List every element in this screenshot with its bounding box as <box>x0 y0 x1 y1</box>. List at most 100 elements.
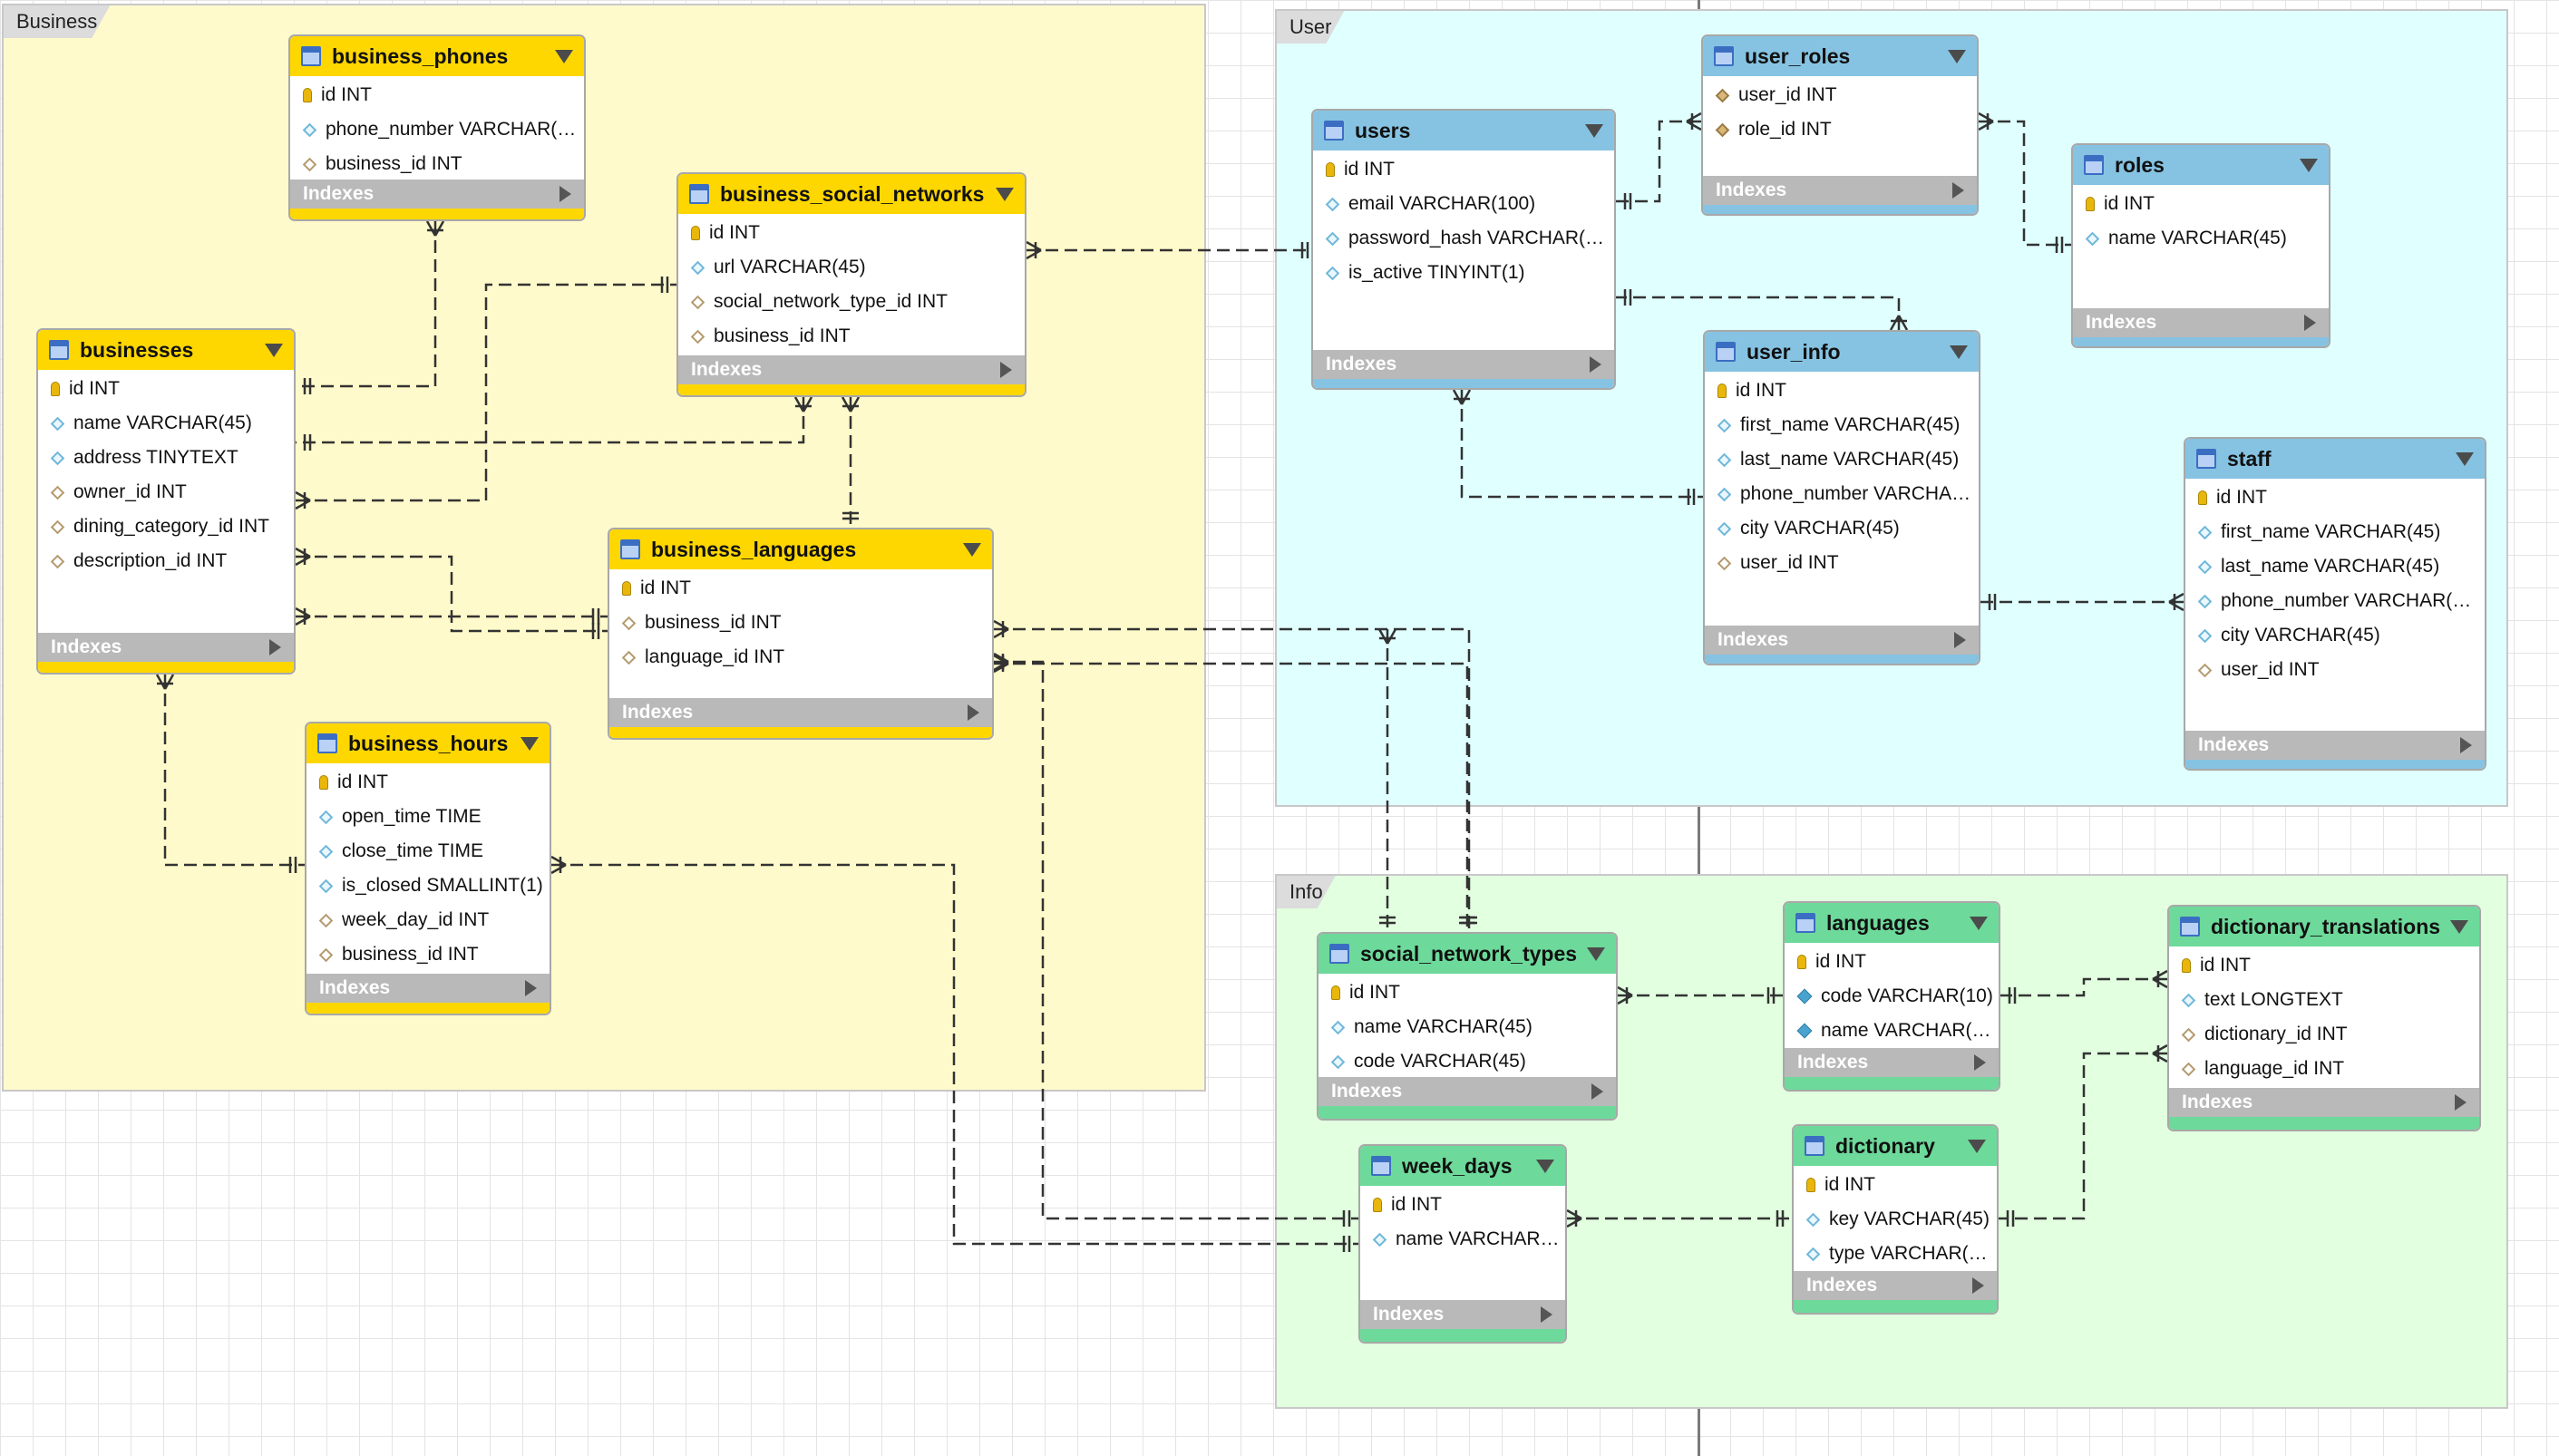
table-column[interactable]: user_id INT <box>2185 653 2485 687</box>
table-column[interactable]: code VARCHAR(10) <box>1785 979 1999 1014</box>
table-week-days[interactable]: week_days id INT name VARCHAR… Indexes <box>1358 1144 1567 1344</box>
collapse-arrow-icon[interactable] <box>963 542 981 557</box>
table-roles[interactable]: roles id INT name VARCHAR(45) Indexes <box>2071 143 2330 348</box>
expand-arrow-icon[interactable] <box>1590 356 1601 373</box>
table-business-phones[interactable]: business_phones id INT phone_number VARCHA… <box>288 34 586 221</box>
table-column[interactable]: id INT <box>38 372 294 406</box>
table-column[interactable]: phone_number VARCHA… <box>1705 477 1979 511</box>
relationship-line[interactable] <box>296 283 676 502</box>
collapse-arrow-icon[interactable] <box>1970 916 1988 930</box>
collapse-arrow-icon[interactable] <box>2456 451 2474 466</box>
indexes-section[interactable]: Indexes <box>290 180 584 209</box>
relationship-line[interactable] <box>1616 120 1701 203</box>
relationship-line[interactable] <box>296 555 608 633</box>
indexes-section[interactable]: Indexes <box>1313 350 1614 379</box>
table-column[interactable]: name VARCHAR(45) <box>2073 221 2329 256</box>
table-column[interactable]: id INT <box>2185 480 2485 515</box>
table-column[interactable]: owner_id INT <box>38 475 294 510</box>
indexes-section[interactable]: Indexes <box>306 974 550 1003</box>
table-header[interactable]: users <box>1313 111 1614 150</box>
table-column[interactable]: language_id INT <box>2169 1052 2479 1086</box>
table-column[interactable]: text LONGTEXT <box>2169 983 2479 1017</box>
expand-arrow-icon[interactable] <box>1000 362 1012 378</box>
table-column[interactable]: id INT <box>1794 1168 1997 1202</box>
table-column[interactable]: business_id INT <box>290 147 584 181</box>
expand-arrow-icon[interactable] <box>525 980 537 996</box>
relationship-line[interactable] <box>994 662 1469 932</box>
table-dictionary-translations[interactable]: dictionary_translations id INT text LONGTE… <box>2167 905 2481 1131</box>
table-social-network-types[interactable]: social_network_types id INT name VARCHAR(4… <box>1317 932 1618 1121</box>
table-column[interactable]: name VARCHAR(45) <box>1785 1014 1999 1048</box>
table-header[interactable]: business_languages <box>609 529 992 569</box>
table-column[interactable]: week_day_id INT <box>306 903 550 937</box>
table-header[interactable]: user_info <box>1705 332 1979 372</box>
table-column[interactable]: name VARCHAR… <box>1360 1222 1565 1257</box>
table-user-roles[interactable]: user_roles user_id INT role_id INT Indexes <box>1701 34 1979 216</box>
table-business-social-networks[interactable]: business_social_networks id INT url VARCHA… <box>676 172 1027 397</box>
table-column[interactable]: open_time TIME <box>306 800 550 834</box>
collapse-arrow-icon[interactable] <box>1536 1159 1554 1173</box>
table-column[interactable]: city VARCHAR(45) <box>2185 618 2485 653</box>
table-column[interactable]: url VARCHAR(45) <box>678 250 1025 285</box>
table-column[interactable]: key VARCHAR(45) <box>1794 1202 1997 1237</box>
collapse-arrow-icon[interactable] <box>1948 49 1966 63</box>
expand-arrow-icon[interactable] <box>1952 182 1964 199</box>
relationship-line[interactable] <box>1616 296 1901 330</box>
table-column[interactable]: social_network_type_id INT <box>678 285 1025 319</box>
indexes-section[interactable]: Indexes <box>2185 731 2485 760</box>
collapse-arrow-icon[interactable] <box>1968 1139 1986 1153</box>
table-dictionary[interactable]: dictionary id INT key VARCHAR(45) type VARC… <box>1792 1124 1999 1315</box>
collapse-arrow-icon[interactable] <box>2300 158 2318 172</box>
table-column[interactable]: first_name VARCHAR(45) <box>1705 408 1979 442</box>
table-column[interactable]: description_id INT <box>38 544 294 578</box>
table-column[interactable]: id INT <box>678 216 1025 250</box>
relationship-line[interactable] <box>163 675 305 867</box>
table-column[interactable]: address TINYTEXT <box>38 441 294 475</box>
expand-arrow-icon[interactable] <box>1974 1054 1986 1071</box>
indexes-section[interactable]: Indexes <box>2073 308 2329 337</box>
table-column[interactable]: is_active TINYINT(1) <box>1313 256 1614 290</box>
table-column[interactable]: type VARCHAR(45) <box>1794 1237 1997 1271</box>
expand-arrow-icon[interactable] <box>1954 632 1966 648</box>
table-column[interactable]: user_id INT <box>1705 546 1979 580</box>
table-header[interactable]: dictionary_translations <box>2169 907 2479 946</box>
table-users[interactable]: users id INT email VARCHAR(100) password_ha… <box>1311 109 1616 390</box>
collapse-arrow-icon[interactable] <box>555 49 573 63</box>
table-column[interactable]: id INT <box>2073 187 2329 221</box>
expand-arrow-icon[interactable] <box>1591 1083 1603 1100</box>
table-column[interactable]: phone_number VARCHAR(45) <box>2185 584 2485 618</box>
expand-arrow-icon[interactable] <box>1541 1306 1552 1323</box>
table-businesses[interactable]: businesses id INT name VARCHAR(45) address … <box>36 328 296 675</box>
relationship-line[interactable] <box>296 221 437 388</box>
table-column[interactable]: id INT <box>306 765 550 800</box>
expand-arrow-icon[interactable] <box>1972 1277 1984 1294</box>
table-column[interactable]: last_name VARCHAR(45) <box>1705 442 1979 477</box>
table-header[interactable]: business_social_networks <box>678 174 1025 214</box>
indexes-section[interactable]: Indexes <box>1318 1077 1616 1106</box>
table-header[interactable]: businesses <box>38 330 294 370</box>
table-column[interactable]: id INT <box>290 78 584 112</box>
table-column[interactable]: language_id INT <box>609 640 992 675</box>
expand-arrow-icon[interactable] <box>2460 737 2472 753</box>
table-column[interactable]: last_name VARCHAR(45) <box>2185 549 2485 584</box>
table-column[interactable]: code VARCHAR(45) <box>1318 1044 1616 1079</box>
table-header[interactable]: social_network_types <box>1318 934 1616 974</box>
table-column[interactable]: is_closed SMALLINT(1) <box>306 869 550 903</box>
table-header[interactable]: user_roles <box>1703 36 1977 76</box>
table-business-languages[interactable]: business_languages id INT business_id INT l… <box>608 528 994 740</box>
table-column[interactable]: name VARCHAR(45) <box>1318 1010 1616 1044</box>
table-column[interactable]: name VARCHAR(45) <box>38 406 294 441</box>
table-header[interactable]: staff <box>2185 439 2485 479</box>
expand-arrow-icon[interactable] <box>2304 315 2316 331</box>
indexes-section[interactable]: Indexes <box>1794 1271 1997 1300</box>
indexes-section[interactable]: Indexes <box>678 355 1025 384</box>
table-header[interactable]: roles <box>2073 145 2329 185</box>
table-column[interactable]: id INT <box>609 571 992 606</box>
collapse-arrow-icon[interactable] <box>996 187 1014 201</box>
collapse-arrow-icon[interactable] <box>265 343 283 357</box>
relationship-line[interactable] <box>551 863 1358 1246</box>
table-column[interactable]: id INT <box>1313 152 1614 187</box>
indexes-section[interactable]: Indexes <box>2169 1088 2479 1117</box>
indexes-section[interactable]: Indexes <box>1360 1300 1565 1329</box>
relationship-line[interactable] <box>1979 120 2071 247</box>
